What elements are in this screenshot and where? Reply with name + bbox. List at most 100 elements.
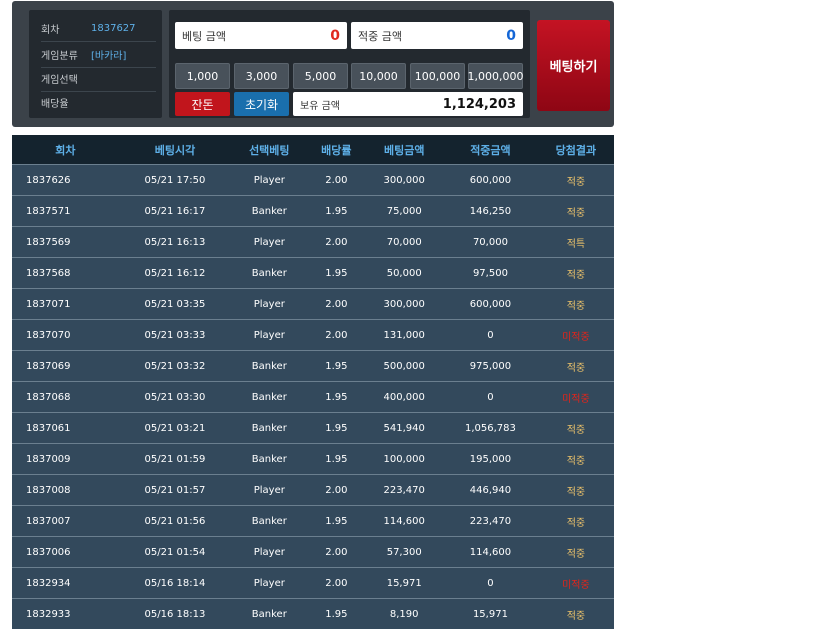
win-amount-label: 적중 금액: [358, 28, 402, 44]
table-row: 183756905/21 16:13Player2.0070,00070,000…: [12, 227, 614, 258]
cell-odds: 2.00: [307, 320, 365, 351]
chip-10000-button[interactable]: 10,000: [351, 63, 406, 89]
cell-bet-amount: 57,300: [365, 537, 443, 568]
cell-result: 적중: [538, 599, 614, 629]
cell-round: 1837068: [12, 382, 119, 413]
cell-round: 1837626: [12, 165, 119, 196]
cell-pick: Player: [231, 289, 307, 320]
cell-result: 적중: [538, 165, 614, 196]
chip-3000-button[interactable]: 3,000: [234, 63, 289, 89]
cell-pick: Banker: [231, 196, 307, 227]
bet-history-table: 회차 베팅시각 선택베팅 배당률 베팅금액 적중금액 당첨결과 18376260…: [12, 135, 614, 629]
cell-time: 05/16 18:13: [119, 599, 232, 629]
cell-bet-amount: 300,000: [365, 165, 443, 196]
cell-round: 1837008: [12, 475, 119, 506]
cell-round: 1832934: [12, 568, 119, 599]
cell-result: 적중: [538, 475, 614, 506]
col-odds: 배당률: [307, 135, 365, 165]
cell-result: 적중: [538, 444, 614, 475]
cell-bet-amount: 131,000: [365, 320, 443, 351]
cell-time: 05/21 01:57: [119, 475, 232, 506]
cell-result: 적특: [538, 227, 614, 258]
cell-win-amount: 97,500: [443, 258, 538, 289]
betting-panel: 회차 1837627 게임분류 [바카라] 게임선택 배당율 베팅 금액 0 적…: [12, 1, 614, 127]
chip-100000-button[interactable]: 100,000: [410, 63, 465, 89]
cell-bet-amount: 300,000: [365, 289, 443, 320]
cell-time: 05/21 17:50: [119, 165, 232, 196]
bet-amount-value: 0: [330, 28, 340, 44]
chip-1000000-button[interactable]: 1,000,000: [468, 63, 523, 89]
cell-pick: Banker: [231, 382, 307, 413]
cell-result: 적중: [538, 289, 614, 320]
cell-time: 05/21 03:21: [119, 413, 232, 444]
cell-pick: Banker: [231, 413, 307, 444]
cell-time: 05/21 01:56: [119, 506, 232, 537]
game-type-value: [바카라]: [91, 47, 126, 62]
remainder-button[interactable]: 잔돈: [175, 92, 230, 116]
col-bet-amount: 베팅금액: [365, 135, 443, 165]
table-row: 183293405/16 18:14Player2.0015,9710미적중: [12, 568, 614, 599]
cell-bet-amount: 50,000: [365, 258, 443, 289]
cell-pick: Player: [231, 568, 307, 599]
table-header-row: 회차 베팅시각 선택베팅 배당률 베팅금액 적중금액 당첨결과: [12, 135, 614, 165]
cell-round: 1837006: [12, 537, 119, 568]
cell-result: 적중: [538, 196, 614, 227]
bet-controls: 베팅 금액 0 적중 금액 0 1,000 3,000 5,000 10,000…: [169, 10, 530, 118]
cell-odds: 1.95: [307, 196, 365, 227]
cell-result: 적중: [538, 413, 614, 444]
cell-odds: 2.00: [307, 289, 365, 320]
cell-pick: Player: [231, 475, 307, 506]
game-select-label: 게임선택: [41, 71, 91, 86]
cell-result: 미적중: [538, 320, 614, 351]
cell-odds: 2.00: [307, 475, 365, 506]
info-row-round: 회차 1837627: [41, 16, 156, 42]
table-row: 183700705/21 01:56Banker1.95114,600223,4…: [12, 506, 614, 537]
cell-win-amount: 146,250: [443, 196, 538, 227]
place-bet-button[interactable]: 베팅하기: [537, 20, 610, 111]
col-win-amount: 적중금액: [443, 135, 538, 165]
cell-round: 1837071: [12, 289, 119, 320]
col-round: 회차: [12, 135, 119, 165]
cell-win-amount: 0: [443, 568, 538, 599]
game-info-box: 회차 1837627 게임분류 [바카라] 게임선택 배당율: [29, 10, 162, 118]
cell-pick: Player: [231, 320, 307, 351]
cell-odds: 1.95: [307, 506, 365, 537]
cell-time: 05/21 01:54: [119, 537, 232, 568]
chip-5000-button[interactable]: 5,000: [293, 63, 348, 89]
balance-field: 보유 금액 1,124,203: [293, 92, 523, 116]
cell-round: 1837007: [12, 506, 119, 537]
reset-button[interactable]: 초기화: [234, 92, 289, 116]
cell-win-amount: 223,470: [443, 506, 538, 537]
cell-round: 1837569: [12, 227, 119, 258]
cell-result: 적중: [538, 351, 614, 382]
table-row: 183700805/21 01:57Player2.00223,470446,9…: [12, 475, 614, 506]
table-row: 183700605/21 01:54Player2.0057,300114,60…: [12, 537, 614, 568]
table-row: 183762605/21 17:50Player2.00300,000600,0…: [12, 165, 614, 196]
cell-odds: 1.95: [307, 351, 365, 382]
chip-1000-button[interactable]: 1,000: [175, 63, 230, 89]
cell-win-amount: 195,000: [443, 444, 538, 475]
cell-pick: Banker: [231, 506, 307, 537]
info-row-game-type: 게임분류 [바카라]: [41, 42, 156, 68]
cell-odds: 1.95: [307, 444, 365, 475]
cell-time: 05/21 03:33: [119, 320, 232, 351]
balance-label: 보유 금액: [300, 97, 340, 112]
bet-amount-field[interactable]: 베팅 금액 0: [175, 22, 347, 49]
cell-odds: 1.95: [307, 413, 365, 444]
cell-win-amount: 1,056,783: [443, 413, 538, 444]
round-label: 회차: [41, 21, 91, 36]
col-pick: 선택베팅: [231, 135, 307, 165]
table-row: 183707105/21 03:35Player2.00300,000600,0…: [12, 289, 614, 320]
cell-pick: Banker: [231, 351, 307, 382]
table-row: 183706905/21 03:32Banker1.95500,000975,0…: [12, 351, 614, 382]
cell-round: 1837571: [12, 196, 119, 227]
cell-result: 미적중: [538, 568, 614, 599]
cell-bet-amount: 70,000: [365, 227, 443, 258]
cell-bet-amount: 114,600: [365, 506, 443, 537]
cell-win-amount: 114,600: [443, 537, 538, 568]
cell-bet-amount: 75,000: [365, 196, 443, 227]
cell-odds: 1.95: [307, 258, 365, 289]
odds-label: 배당율: [41, 95, 91, 110]
cell-time: 05/21 03:35: [119, 289, 232, 320]
col-result: 당첨결과: [538, 135, 614, 165]
